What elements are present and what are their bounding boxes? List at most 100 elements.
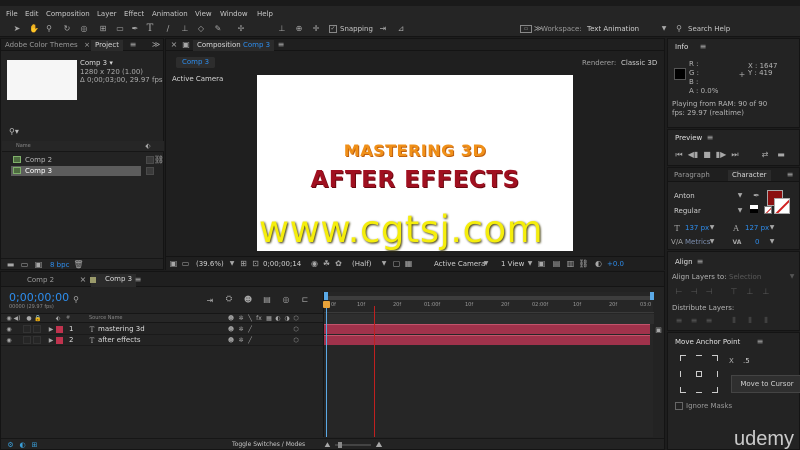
comp-mini-flowchart-icon[interactable]: ⇥ — [205, 296, 215, 305]
table-row[interactable]: ◉ ▶ 1 T mastering 3d ☻ ✲ ╱ ⬡ — [1, 324, 323, 335]
menu-layer[interactable]: Layer — [97, 10, 117, 18]
comp-subtab[interactable]: Comp 3 — [176, 57, 216, 68]
snap-options-icon[interactable]: ⇥ — [378, 24, 388, 34]
work-area-start-handle[interactable] — [324, 292, 328, 300]
work-area-end-handle[interactable] — [650, 292, 654, 300]
views-chevron-icon[interactable]: ▼ — [526, 260, 534, 268]
trash-icon[interactable]: 🗑 — [73, 261, 83, 269]
playhead-handle[interactable] — [323, 301, 330, 308]
leading-chevron-icon[interactable]: ▼ — [768, 224, 776, 232]
transparency-grid-icon[interactable]: ▦ — [404, 260, 413, 268]
region-of-interest-icon[interactable]: ▢ — [392, 260, 401, 268]
layer-duration-bar[interactable] — [324, 324, 650, 334]
anchor-left[interactable] — [680, 371, 681, 377]
stroke-color-swatch[interactable] — [774, 198, 790, 214]
brush-tool-icon[interactable]: ∕ — [163, 24, 173, 34]
lock-column-icon[interactable]: 🔒 — [34, 315, 42, 323]
label-tag-icon[interactable]: ⬖ — [144, 143, 152, 150]
menu-file[interactable]: File — [6, 10, 18, 18]
panel-menu-icon[interactable]: ≡ — [756, 338, 764, 346]
audio-toggle-icon[interactable]: ◀) — [13, 315, 21, 323]
new-folder-icon[interactable]: ▭ — [20, 261, 29, 269]
workspace-chevron-icon[interactable]: ▼ — [660, 24, 668, 34]
workspace-toggle-icon[interactable]: ▭ — [520, 25, 532, 33]
distribute-top-icon[interactable]: ≡ — [674, 316, 684, 325]
tab-comp-3[interactable]: Comp 3 — [90, 274, 137, 287]
loop-icon[interactable]: ⇄ — [760, 150, 770, 159]
frame-blend-column-icon[interactable]: ▦ — [265, 315, 273, 323]
align-bottom-icon[interactable]: ⊥ — [761, 287, 771, 296]
layer-name[interactable]: after effects — [98, 337, 140, 344]
3d-switch-icon[interactable]: ⬡ — [292, 326, 300, 334]
3d-layer-column-icon[interactable]: ⬡ — [292, 315, 300, 323]
fast-previews-icon[interactable]: ▤ — [552, 260, 561, 268]
frame-blending-icon[interactable]: ▤ — [262, 295, 272, 305]
anchor-right[interactable] — [717, 371, 718, 377]
snapping-checkbox[interactable]: ✓ — [329, 25, 337, 33]
layer-name[interactable]: mastering 3d — [98, 326, 145, 333]
timeline-timecode[interactable]: 0;00;00;00 — [9, 292, 69, 303]
camera-tool-icon[interactable]: ◎ — [79, 24, 89, 34]
leading-value[interactable]: 127 px — [745, 225, 769, 232]
close-icon[interactable]: × — [170, 41, 178, 49]
renderer-value[interactable]: Classic 3D — [621, 60, 657, 67]
shy-switch-icon[interactable]: ☻ — [227, 337, 235, 345]
menu-effect[interactable]: Effect — [124, 10, 144, 18]
menu-edit[interactable]: Edit — [25, 10, 39, 18]
collapse-column-icon[interactable]: ✲ — [237, 315, 245, 323]
layer-switches-icon[interactable]: ⚙ — [6, 441, 15, 449]
motion-blur-icon[interactable]: ◎ — [281, 295, 291, 305]
expand-arrow-icon[interactable]: ▶ — [47, 326, 55, 334]
menu-view[interactable]: View — [195, 10, 212, 18]
anchor-title[interactable]: Move Anchor Point — [675, 339, 740, 346]
effects-column-icon[interactable]: fx — [254, 315, 264, 323]
list-item[interactable]: Comp 3 — [11, 166, 141, 176]
show-snapshot-icon[interactable]: ☘ — [322, 260, 331, 268]
quality-column-icon[interactable]: ╲ — [246, 315, 254, 323]
ignore-masks-checkbox[interactable] — [675, 402, 683, 410]
font-family-select[interactable]: Anton — [674, 193, 695, 200]
anchor-corner-br[interactable] — [712, 387, 718, 393]
mute-audio-icon[interactable]: ▬ — [776, 150, 786, 159]
panel-menu-icon[interactable]: ≡ — [699, 43, 707, 51]
table-row[interactable]: ◉ ▶ 2 T after effects ☻ ✲ ╱ ⬡ — [1, 335, 323, 346]
resolution-chevron-icon[interactable]: ▼ — [380, 260, 388, 268]
tab-paragraph[interactable]: Paragraph — [670, 170, 714, 181]
align-left-icon[interactable]: ⊢ — [674, 287, 684, 296]
collapse-switch-icon[interactable]: ✲ — [237, 337, 245, 345]
type-tool-icon[interactable]: T — [145, 24, 155, 34]
no-fill-swatch[interactable] — [764, 206, 772, 214]
timeline-search-icon[interactable]: ⚲ — [71, 295, 81, 305]
anchor-bottom[interactable] — [696, 392, 702, 393]
zoom-out-icon[interactable]: ⛰ — [323, 441, 332, 449]
expand-arrow-icon[interactable]: ▶ — [47, 337, 55, 345]
tab-project[interactable]: Project — [91, 40, 123, 51]
style-chevron-icon[interactable]: ▼ — [736, 207, 744, 215]
search-help-input[interactable]: Search Help — [688, 26, 730, 33]
number-column[interactable]: # — [66, 316, 70, 321]
exposure-value[interactable]: +0.0 — [607, 261, 624, 268]
anchor-x-input[interactable]: .5 — [743, 358, 750, 365]
channel-icon[interactable]: ✿ — [334, 260, 343, 268]
align-to-select[interactable]: Selection — [729, 274, 761, 281]
layer-duration-bar[interactable] — [324, 335, 650, 345]
align-top-icon[interactable]: ⊤ — [729, 287, 739, 296]
panel-menu-icon[interactable]: ≡ — [129, 41, 137, 49]
anchor-corner-tr[interactable] — [712, 355, 718, 361]
distribute-right-icon[interactable]: ⦀ — [761, 316, 771, 325]
puppet-tool-icon[interactable]: ✢ — [236, 24, 246, 34]
lock-slot[interactable] — [33, 336, 41, 344]
always-preview-icon[interactable]: ▣ — [169, 260, 178, 268]
eye-icon[interactable]: ◉ — [5, 337, 13, 345]
tab-character[interactable]: Character — [728, 170, 771, 181]
menu-window[interactable]: Window — [220, 10, 248, 18]
solo-slot[interactable] — [23, 325, 31, 333]
workspace-select[interactable]: Text Animation — [587, 26, 639, 33]
title-text-after-effects[interactable]: AFTER EFFECTS — [257, 167, 573, 193]
current-time-indicator[interactable] — [326, 302, 327, 437]
new-comp-icon[interactable]: ▣ — [34, 261, 43, 269]
hand-tool-icon[interactable]: ✋ — [29, 24, 39, 34]
menu-animation[interactable]: Animation — [152, 10, 188, 18]
snap-mode-icon[interactable]: ⊿ — [396, 24, 406, 34]
panel-menu-icon[interactable]: ≡ — [706, 134, 714, 142]
